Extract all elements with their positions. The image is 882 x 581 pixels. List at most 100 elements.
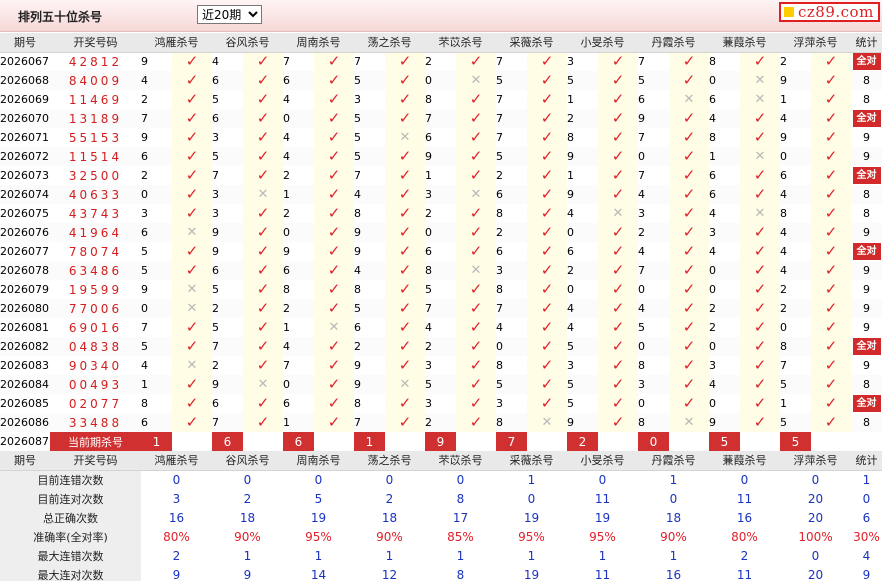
check-icon: ✓ xyxy=(682,166,696,184)
cross-icon: ✕ xyxy=(399,377,411,392)
site-logo[interactable]: cz89.com xyxy=(779,2,880,22)
check-icon: ✓ xyxy=(185,375,199,393)
kill-number-cell: 5 xyxy=(496,375,527,394)
check-icon: ✓ xyxy=(540,185,554,203)
kill-number-cell: 9 xyxy=(567,185,598,204)
result-cell: ✓ xyxy=(314,242,354,261)
result-cell: ✓ xyxy=(669,375,709,394)
check-icon: ✓ xyxy=(256,337,270,355)
check-icon: ✓ xyxy=(682,204,696,222)
kill-number-cell: 4 xyxy=(709,375,740,394)
stats-value: 30% xyxy=(851,527,882,546)
header-expert: 浮萍杀号 xyxy=(780,33,851,53)
kill-number-cell: 0 xyxy=(638,280,669,299)
result-cell: ✓ xyxy=(811,52,851,71)
check-icon: ✓ xyxy=(398,71,412,89)
kill-number-cell: 4 xyxy=(567,204,598,223)
kill-number-cell: 4 xyxy=(638,242,669,261)
kill-number-cell: 4 xyxy=(780,185,811,204)
stats-value: 1 xyxy=(638,470,709,489)
check-icon: ✓ xyxy=(398,261,412,279)
kill-number-cell: 6 xyxy=(496,185,527,204)
result-cell: ✓ xyxy=(740,375,780,394)
kill-number-table: 期号 开奖号码 鸿雁杀号 谷风杀号 周南杀号 荡之杀号 芣苡杀号 采薇杀号 小旻… xyxy=(0,33,882,581)
result-cell: ✓ xyxy=(456,337,496,356)
result-cell: ✓ xyxy=(598,280,638,299)
stats-value: 6 xyxy=(851,508,882,527)
period-cell: 2026085 xyxy=(0,394,50,413)
kill-number-cell: 8 xyxy=(496,413,527,432)
result-cell: ✓ xyxy=(314,204,354,223)
result-cell: ✓ xyxy=(811,280,851,299)
kill-number-cell: 4 xyxy=(780,242,811,261)
kill-number-cell: 8 xyxy=(496,280,527,299)
logo-square-icon xyxy=(784,7,794,17)
kill-number-cell: 3 xyxy=(567,52,598,71)
stat-cell: 全对 xyxy=(851,52,882,71)
kill-number-cell: 4 xyxy=(780,223,811,242)
kill-number-cell: 3 xyxy=(638,375,669,394)
result-cell: ✓ xyxy=(527,337,567,356)
header-expert: 丹霞杀号 xyxy=(638,451,709,471)
stats-value: 90% xyxy=(354,527,425,546)
kill-number-cell: 4 xyxy=(283,147,314,166)
kill-number-cell: 6 xyxy=(425,242,456,261)
check-icon: ✓ xyxy=(398,413,412,431)
result-cell: ✓ xyxy=(385,394,425,413)
stats-value: 19 xyxy=(496,508,567,527)
check-icon: ✓ xyxy=(185,147,199,165)
stats-value: 1 xyxy=(354,546,425,565)
check-icon: ✓ xyxy=(469,128,483,146)
check-icon: ✓ xyxy=(185,128,199,146)
draw-cell: 11469 xyxy=(50,90,141,109)
check-icon: ✓ xyxy=(824,185,838,203)
result-cell: ✓ xyxy=(669,223,709,242)
kill-number-cell: 2 xyxy=(141,90,172,109)
table-row: 2026077 78074 5 ✓ 9 ✓ 9 ✓ 9 ✓ 6 ✓ 6 ✓ 6 ✓ 4 ✓ 4 ✓ 4 ✓ 全对 xyxy=(0,242,882,261)
result-cell: ✓ xyxy=(669,242,709,261)
kill-number-cell: 2 xyxy=(212,299,243,318)
header-stat: 统计 xyxy=(851,33,882,53)
result-cell: ✕ xyxy=(669,90,709,109)
check-icon: ✓ xyxy=(824,223,838,241)
check-icon: ✓ xyxy=(327,71,341,89)
kill-number-cell: 8 xyxy=(780,337,811,356)
draw-cell: 11514 xyxy=(50,147,141,166)
kill-number-cell: 4 xyxy=(425,318,456,337)
draw-cell: 32500 xyxy=(50,166,141,185)
result-cell: ✓ xyxy=(243,109,283,128)
stats-label: 最大连错次数 xyxy=(0,546,141,565)
result-cell: ✓ xyxy=(314,166,354,185)
result-cell: ✕ xyxy=(172,280,212,299)
kill-number-cell: 5 xyxy=(638,318,669,337)
kill-number-cell: 4 xyxy=(141,356,172,375)
stats-value: 2 xyxy=(354,489,425,508)
stats-value: 0 xyxy=(851,489,882,508)
check-icon: ✓ xyxy=(185,394,199,412)
check-icon: ✓ xyxy=(469,337,483,355)
cross-icon: ✕ xyxy=(470,73,482,88)
check-icon: ✓ xyxy=(398,52,412,71)
kill-number-cell: 5 xyxy=(212,318,243,337)
table-row: 2026079 19599 9 ✕ 5 ✓ 8 ✓ 8 ✓ 5 ✓ 8 ✓ 0 ✓ 0 ✓ 0 ✓ 2 ✓ 9 xyxy=(0,280,882,299)
result-cell: ✕ xyxy=(740,147,780,166)
result-cell: ✓ xyxy=(385,166,425,185)
current-kill-number: 5 xyxy=(780,432,811,451)
kill-number-cell: 1 xyxy=(780,90,811,109)
check-icon: ✓ xyxy=(256,356,270,374)
result-cell: ✓ xyxy=(811,109,851,128)
kill-number-cell: 9 xyxy=(354,356,385,375)
result-cell: ✓ xyxy=(172,128,212,147)
check-icon: ✓ xyxy=(185,318,199,336)
check-icon: ✓ xyxy=(327,242,341,260)
kill-number-cell: 2 xyxy=(709,318,740,337)
kill-number-cell: 2 xyxy=(141,166,172,185)
kill-number-cell: 7 xyxy=(425,109,456,128)
result-cell: ✓ xyxy=(243,261,283,280)
draw-cell: 42812 xyxy=(50,52,141,71)
period-select[interactable]: 近20期 xyxy=(197,5,262,24)
kill-number-cell: 5 xyxy=(212,147,243,166)
stats-value: 19 xyxy=(567,508,638,527)
result-cell: ✓ xyxy=(314,147,354,166)
table-row: 2026076 41964 6 ✕ 9 ✓ 0 ✓ 9 ✓ 0 ✓ 2 ✓ 0 ✓ 2 ✓ 3 ✓ 4 ✓ 9 xyxy=(0,223,882,242)
